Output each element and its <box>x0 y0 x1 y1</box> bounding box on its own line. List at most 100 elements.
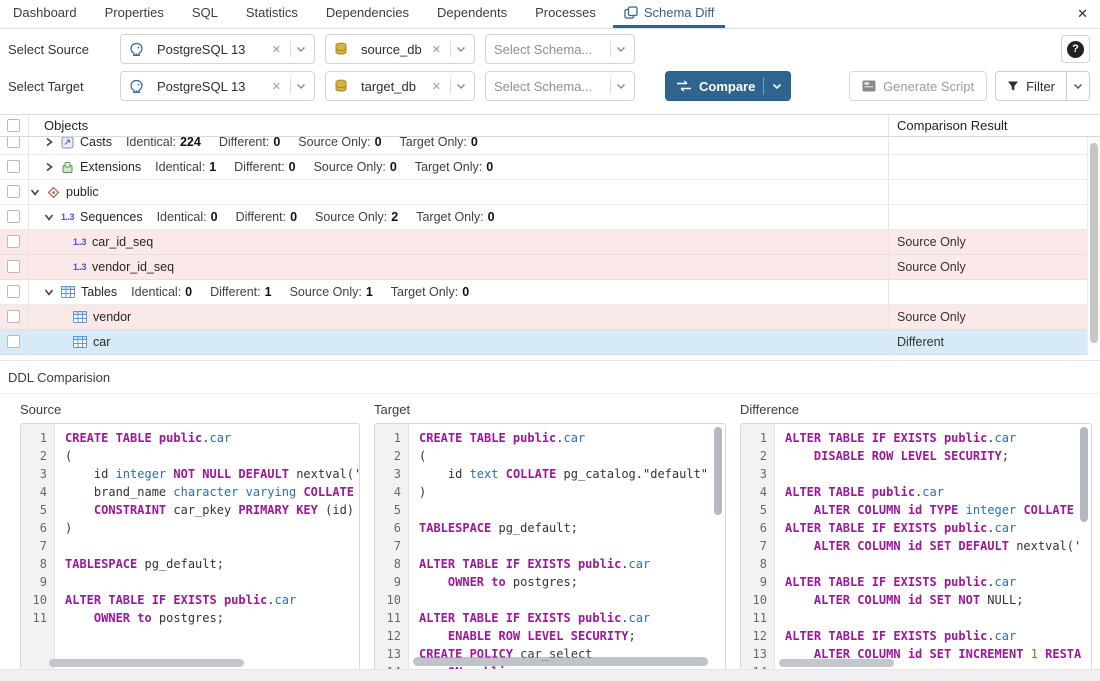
tab-schema-diff[interactable]: Schema Diff <box>613 0 726 28</box>
chevron-down-icon[interactable] <box>616 46 626 53</box>
line-number: 3 <box>741 465 774 483</box>
tab-dependencies[interactable]: Dependencies <box>315 0 420 28</box>
grid-row-car-id-seq[interactable]: 1..3car_id_seqSource Only <box>0 230 1100 255</box>
code-line: id integer NOT NULL DEFAULT nextval(' <box>65 465 359 483</box>
comparison-result-column-header: Comparison Result <box>897 118 1008 133</box>
chevron-down-icon[interactable] <box>296 46 306 53</box>
row-checkbox[interactable] <box>7 285 20 298</box>
collapse-icon[interactable] <box>44 212 56 222</box>
target-server-select[interactable]: PostgreSQL 13 ✕ <box>120 71 315 101</box>
collapse-icon[interactable] <box>44 287 56 297</box>
source-database-select[interactable]: source_db ✕ <box>325 34 475 64</box>
tab-statistics[interactable]: Statistics <box>235 0 309 28</box>
database-icon <box>334 42 348 56</box>
grid-row-car[interactable]: carDifferent <box>0 330 1100 355</box>
clear-icon[interactable]: ✕ <box>272 43 281 56</box>
chevron-down-icon[interactable] <box>296 83 306 90</box>
comparison-result-value: Source Only <box>897 260 966 274</box>
row-checkbox[interactable] <box>7 260 20 273</box>
source-sql-editor[interactable]: 1234567891011CREATE TABLE public.car( id… <box>20 423 360 673</box>
expand-icon[interactable] <box>44 162 56 172</box>
compare-arrows-icon <box>676 80 692 92</box>
row-checkbox[interactable] <box>7 310 20 323</box>
source-server-select[interactable]: PostgreSQL 13 ✕ <box>120 34 315 64</box>
collapse-icon[interactable] <box>30 187 42 197</box>
tab-dashboard[interactable]: Dashboard <box>2 0 88 28</box>
filter-dropdown-button[interactable] <box>1067 71 1090 101</box>
code-line: CONSTRAINT car_pkey PRIMARY KEY (id) <box>65 501 359 519</box>
stat-identical-: Identical:224 <box>126 137 201 149</box>
source-database-value: source_db <box>361 42 422 57</box>
generate-script-button[interactable]: Generate Script <box>849 71 987 101</box>
row-checkbox[interactable] <box>7 335 20 348</box>
code-line: ALTER TABLE IF EXISTS public.car <box>419 609 725 627</box>
grid-row-vendor-id-seq[interactable]: 1..3vendor_id_seqSource Only <box>0 255 1100 280</box>
row-checkbox[interactable] <box>7 210 20 223</box>
horizontal-scrollbar-thumb[interactable] <box>49 659 244 667</box>
chevron-down-icon[interactable] <box>616 83 626 90</box>
row-checkbox[interactable] <box>7 160 20 173</box>
compare-button[interactable]: Compare <box>665 71 791 101</box>
page-horizontal-scrollbar[interactable] <box>0 669 1100 681</box>
expand-icon[interactable] <box>44 137 56 147</box>
line-number: 10 <box>375 591 408 609</box>
grid-row-tables[interactable]: TablesIdentical:0Different:1Source Only:… <box>0 280 1100 305</box>
chevron-down-icon[interactable] <box>456 46 466 53</box>
clear-icon[interactable]: ✕ <box>272 80 281 93</box>
close-icon[interactable]: ✕ <box>1077 6 1088 22</box>
line-number: 3 <box>375 465 408 483</box>
line-number: 11 <box>375 609 408 627</box>
grid-row-public[interactable]: public <box>0 180 1100 205</box>
chevron-down-icon[interactable] <box>764 83 790 90</box>
source-schema-placeholder: Select Schema... <box>494 42 592 57</box>
stat-target-only-: Target Only:0 <box>400 137 478 149</box>
row-checkbox[interactable] <box>7 185 20 198</box>
line-number: 6 <box>741 519 774 537</box>
source-schema-select[interactable]: Select Schema... <box>485 34 635 64</box>
grid-row-sequences[interactable]: 1..3SequencesIdentical:0Different:0Sourc… <box>0 205 1100 230</box>
row-label: vendor_id_seq <box>92 260 174 274</box>
code-line: ALTER TABLE IF EXISTS public.car <box>785 573 1091 591</box>
code-line <box>65 537 359 555</box>
tab-dependents[interactable]: Dependents <box>426 0 518 28</box>
tab-label: Schema Diff <box>644 5 715 20</box>
stat-different-: Different:1 <box>210 285 271 299</box>
target-sql-editor[interactable]: 1234567891011121314CREATE TABLE public.c… <box>374 423 726 673</box>
filter-funnel-icon <box>1007 80 1019 92</box>
horizontal-scrollbar-thumb[interactable] <box>413 657 708 666</box>
clear-icon[interactable]: ✕ <box>432 43 441 56</box>
line-number: 10 <box>21 591 54 609</box>
tab-bar: DashboardPropertiesSQLStatisticsDependen… <box>0 0 1100 29</box>
clear-icon[interactable]: ✕ <box>432 80 441 93</box>
line-number: 8 <box>741 555 774 573</box>
grid-row-casts[interactable]: CastsIdentical:224Different:0Source Only… <box>0 137 1100 155</box>
casts-icon <box>61 137 74 149</box>
tab-label: Properties <box>105 5 164 20</box>
row-checkbox[interactable] <box>7 137 20 148</box>
target-database-select[interactable]: target_db ✕ <box>325 71 475 101</box>
vertical-scrollbar-thumb[interactable] <box>714 427 722 515</box>
stat-target-only-: Target Only:0 <box>391 285 469 299</box>
code-line: ENABLE ROW LEVEL SECURITY; <box>419 627 725 645</box>
difference-sql-editor[interactable]: 1234567891011121314ALTER TABLE IF EXISTS… <box>740 423 1092 673</box>
horizontal-scrollbar-thumb[interactable] <box>779 659 894 667</box>
line-number: 2 <box>741 447 774 465</box>
chevron-down-icon[interactable] <box>456 83 466 90</box>
grid-row-extensions[interactable]: ExtensionsIdentical:1Different:0Source O… <box>0 155 1100 180</box>
scrollbar-thumb[interactable] <box>1090 143 1098 343</box>
tab-properties[interactable]: Properties <box>94 0 175 28</box>
vertical-scrollbar-thumb[interactable] <box>1080 427 1088 522</box>
grid-row-vendor[interactable]: vendorSource Only <box>0 305 1100 330</box>
filter-button[interactable]: Filter <box>995 71 1067 101</box>
grid-vertical-scrollbar[interactable] <box>1087 137 1100 355</box>
line-number: 4 <box>741 483 774 501</box>
select-all-checkbox[interactable] <box>7 119 20 132</box>
tab-processes[interactable]: Processes <box>524 0 607 28</box>
help-button[interactable]: ? <box>1061 35 1090 63</box>
target-schema-select[interactable]: Select Schema... <box>485 71 635 101</box>
line-number: 9 <box>21 573 54 591</box>
code-line: TABLESPACE pg_default; <box>419 519 725 537</box>
code-line: ALTER TABLE IF EXISTS public.car <box>65 591 359 609</box>
row-checkbox[interactable] <box>7 235 20 248</box>
tab-sql[interactable]: SQL <box>181 0 229 28</box>
